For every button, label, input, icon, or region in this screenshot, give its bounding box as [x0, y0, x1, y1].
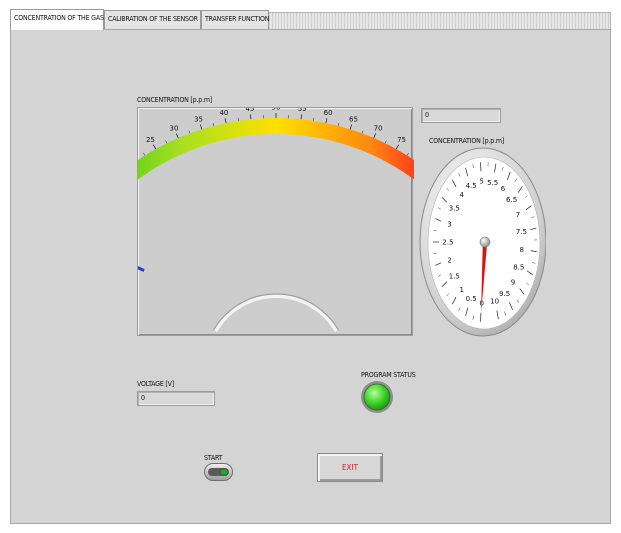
gauge-tick-label: 10 — [490, 297, 499, 305]
meter-tick — [224, 118, 227, 124]
program-status-label: PROGRAM STATUS — [361, 371, 416, 379]
meter-tick-label: 65 — [349, 115, 358, 123]
meter-tick-label: 45 — [245, 108, 254, 113]
meter-minor-tick — [406, 152, 409, 156]
start-button[interactable] — [204, 463, 233, 481]
meter-tick-label: 60 — [324, 109, 333, 117]
gauge-tick-label: 5 — [480, 178, 484, 186]
start-label: START — [204, 454, 223, 462]
meter-tick — [200, 124, 203, 130]
meter-minor-tick — [384, 140, 387, 144]
meter-tick-label: 75 — [397, 136, 406, 144]
meter-svg: 0510152025303540455055606570758085909510… — [54, 104, 502, 333]
meter-tick — [300, 114, 302, 120]
meter-tick-label: 40 — [219, 109, 228, 117]
meter-minor-tick — [212, 122, 215, 126]
program-status-led — [361, 381, 393, 413]
gauge-tick-label: 6.5 — [506, 196, 517, 204]
meter-minor-tick — [165, 140, 168, 144]
meter-needle-pivot — [213, 294, 339, 333]
gauge-tick-label: 8.5 — [513, 263, 524, 271]
concentration-meter: 0510152025303540455055606570758085909510… — [54, 104, 502, 336]
tab-transfer-function[interactable]: TRANSFER FUNCTION — [201, 10, 269, 29]
concentration-indicator: 0 — [421, 108, 501, 123]
gauge-tick-label: 0.5 — [466, 295, 477, 303]
concentration-gauge: 00.511.522.533.544.555.566.577.588.599.5… — [419, 147, 546, 337]
gauge-tick-label: 7 — [516, 211, 520, 219]
meter-tick — [176, 133, 179, 139]
meter-tick-label: 30 — [170, 124, 179, 132]
meter-tick-label: 50 — [272, 108, 281, 112]
gauge-tick-label: 2.5 — [442, 239, 453, 247]
meter-tick — [153, 144, 157, 150]
gauge-tick-label: 4 — [459, 191, 464, 199]
meter-minor-tick — [361, 130, 364, 134]
gauge-tick-label: 8 — [519, 246, 523, 254]
meter-label: CONCENTRATION [p.p.m] — [137, 96, 213, 104]
meter-tick-label: 55 — [298, 108, 307, 113]
meter-tick-label: 70 — [374, 124, 383, 132]
gauge-tick-label: 5.5 — [487, 179, 498, 187]
meter-tick-label: 35 — [194, 115, 203, 123]
gauge-tick-label: 2 — [447, 256, 451, 264]
start-indicator-light — [219, 468, 229, 476]
gauge-tick-label: 1 — [459, 286, 463, 294]
meter-needle — [72, 236, 145, 272]
gauge-tick-label: 3 — [447, 221, 451, 229]
meter-tick — [395, 144, 399, 150]
gauge-label: CONCENTRATION [p.p.m] — [429, 137, 505, 145]
exit-button[interactable]: EXIT — [317, 453, 383, 482]
meter-tick — [325, 118, 328, 124]
meter-tick — [349, 124, 352, 130]
tab-concentration[interactable]: CONCENTRATION OF THE GAS — [10, 9, 104, 30]
gauge-tick-label: 4.5 — [466, 182, 477, 190]
meter-minor-tick — [143, 152, 146, 156]
meter-minor-tick — [188, 130, 191, 134]
gauge-tick-label: 1.5 — [449, 273, 460, 281]
voltage-label: VOLTAGE [V] — [137, 380, 175, 388]
gauge-tick-label: 6 — [501, 185, 506, 193]
gauge-tick-label: 9 — [511, 279, 515, 287]
gauge-hub — [479, 236, 491, 248]
gauge-tick-label: 7.5 — [516, 228, 527, 236]
meter-minor-tick — [337, 122, 340, 126]
meter-tick-label: 25 — [146, 136, 155, 144]
tab-bar-filler — [263, 12, 611, 29]
meter-tick — [250, 114, 252, 120]
meter-color-band — [65, 117, 487, 244]
gauge-tick-label: 3.5 — [449, 204, 460, 212]
gauge-tick-label: 9.5 — [499, 290, 510, 298]
tab-calibration[interactable]: CALIBRATION OF THE SENSOR — [104, 10, 201, 29]
meter-tick — [373, 133, 376, 139]
voltage-indicator: 0 — [137, 391, 215, 406]
